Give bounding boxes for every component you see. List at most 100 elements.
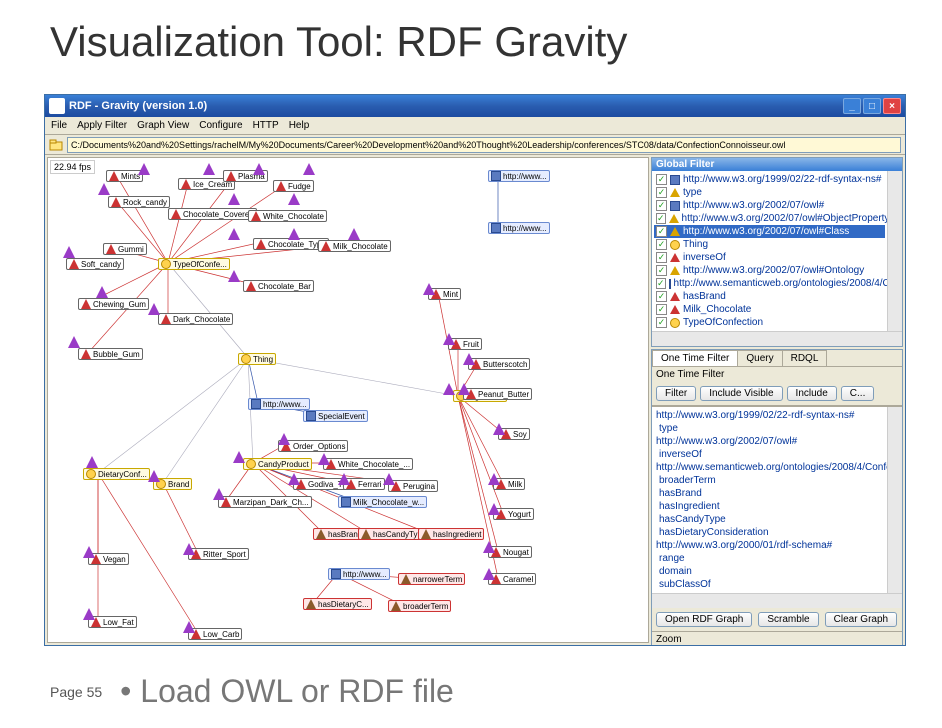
checkbox-icon[interactable]: ✓ bbox=[656, 174, 667, 185]
graph-node[interactable]: White_Chocolate_... bbox=[323, 458, 413, 470]
checkbox-icon[interactable]: ✓ bbox=[656, 317, 667, 328]
graph-triangle-icon[interactable] bbox=[183, 621, 195, 633]
global-filter-item[interactable]: ✓type bbox=[654, 186, 885, 199]
graph-triangle-icon[interactable] bbox=[68, 336, 80, 348]
graph-node[interactable]: Chocolate_Bar bbox=[243, 280, 314, 292]
graph-node[interactable]: Gummi bbox=[103, 243, 147, 255]
one-time-filter-item[interactable]: hasDietaryConsideration bbox=[654, 526, 885, 539]
menu-help[interactable]: Help bbox=[289, 120, 310, 131]
graph-triangle-icon[interactable] bbox=[148, 470, 160, 482]
c-button[interactable]: C... bbox=[841, 386, 875, 401]
menu-configure[interactable]: Configure bbox=[199, 120, 242, 131]
graph-node[interactable]: Thing bbox=[238, 353, 276, 365]
graph-node[interactable]: Soft_candy bbox=[66, 258, 124, 270]
graph-triangle-icon[interactable] bbox=[253, 163, 265, 175]
graph-triangle-icon[interactable] bbox=[488, 473, 500, 485]
graph-node[interactable]: http://www... bbox=[328, 568, 390, 580]
graph-triangle-icon[interactable] bbox=[443, 333, 455, 345]
checkbox-icon[interactable]: ✓ bbox=[656, 239, 667, 250]
tab-one-time-filter[interactable]: One Time Filter bbox=[652, 350, 738, 366]
one-time-filter-item[interactable]: hasCandyType bbox=[654, 513, 885, 526]
graph-node[interactable]: Marzipan_Dark_Ch... bbox=[218, 496, 312, 508]
graph-node[interactable]: Low_Fat bbox=[88, 616, 137, 628]
graph-triangle-icon[interactable] bbox=[183, 543, 195, 555]
menu-apply-filter[interactable]: Apply Filter bbox=[77, 120, 127, 131]
graph-triangle-icon[interactable] bbox=[203, 163, 215, 175]
one-time-filter-item[interactable]: hasIngredient bbox=[654, 500, 885, 513]
graph-triangle-icon[interactable] bbox=[383, 473, 395, 485]
path-input[interactable] bbox=[67, 137, 901, 153]
one-time-filter-item[interactable]: http://www.w3.org/2000/01/rdf-schema# bbox=[654, 539, 885, 552]
graph-triangle-icon[interactable] bbox=[493, 423, 505, 435]
graph-triangle-icon[interactable] bbox=[443, 383, 455, 395]
checkbox-icon[interactable]: ✓ bbox=[656, 304, 667, 315]
graph-triangle-icon[interactable] bbox=[288, 228, 300, 240]
scrollbar[interactable] bbox=[652, 593, 902, 608]
graph-triangle-icon[interactable] bbox=[228, 193, 240, 205]
graph-node[interactable]: hasDietaryC... bbox=[303, 598, 372, 610]
graph-node[interactable]: Peanut_Butter bbox=[463, 388, 532, 400]
scrollbar[interactable] bbox=[887, 171, 902, 331]
titlebar[interactable]: RDF - Gravity (version 1.0) _ □ × bbox=[45, 95, 905, 117]
global-filter-item[interactable]: ✓http://www.w3.org/2002/07/owl# bbox=[654, 199, 885, 212]
one-time-filter-list[interactable]: http://www.w3.org/1999/02/22-rdf-syntax-… bbox=[652, 407, 887, 593]
global-filter-item[interactable]: ✓http://www.w3.org/1999/02/22-rdf-syntax… bbox=[654, 173, 885, 186]
one-time-filter-item[interactable]: hasBrand bbox=[654, 487, 885, 500]
graph-node[interactable]: Milk_Chocolate bbox=[318, 240, 391, 252]
graph-triangle-icon[interactable] bbox=[463, 353, 475, 365]
clear-graph-button[interactable]: Clear Graph bbox=[825, 612, 897, 627]
one-time-filter-item[interactable]: broaderTerm bbox=[654, 474, 885, 487]
graph-triangle-icon[interactable] bbox=[458, 383, 470, 395]
global-filter-item[interactable]: ✓http://www.w3.org/2002/07/owl#Ontology bbox=[654, 264, 885, 277]
graph-triangle-icon[interactable] bbox=[83, 546, 95, 558]
global-filter-item[interactable]: ✓inverseOf bbox=[654, 251, 885, 264]
graph-triangle-icon[interactable] bbox=[278, 433, 290, 445]
graph-node[interactable]: hasIngredient bbox=[418, 528, 484, 540]
graph-node[interactable]: CandyProduct bbox=[243, 458, 312, 470]
global-filter-item[interactable]: ✓http://www.semanticweb.org/ontologies/2… bbox=[654, 277, 885, 290]
menu-file[interactable]: File bbox=[51, 120, 67, 131]
graph-node[interactable]: White_Chocolate bbox=[248, 210, 327, 222]
graph-node[interactable]: Chewing_Gum bbox=[78, 298, 149, 310]
checkbox-icon[interactable]: ✓ bbox=[656, 291, 667, 302]
menu-graph-view[interactable]: Graph View bbox=[137, 120, 189, 131]
graph-triangle-icon[interactable] bbox=[288, 473, 300, 485]
graph-node[interactable]: TypeOfConfe... bbox=[158, 258, 230, 270]
graph-node[interactable]: Fudge bbox=[273, 180, 314, 192]
checkbox-icon[interactable]: ✓ bbox=[656, 200, 667, 211]
graph-triangle-icon[interactable] bbox=[288, 193, 300, 205]
include-button[interactable]: Include bbox=[787, 386, 837, 401]
minimize-button[interactable]: _ bbox=[843, 98, 861, 114]
scrollbar[interactable] bbox=[887, 407, 902, 593]
graph-triangle-icon[interactable] bbox=[483, 541, 495, 553]
filter-button[interactable]: Filter bbox=[656, 386, 696, 401]
graph-triangle-icon[interactable] bbox=[303, 163, 315, 175]
graph-node[interactable]: broaderTerm bbox=[388, 600, 451, 612]
include-visible-button[interactable]: Include Visible bbox=[700, 386, 782, 401]
checkbox-icon[interactable]: ✓ bbox=[656, 187, 667, 198]
graph-triangle-icon[interactable] bbox=[63, 246, 75, 258]
one-time-filter-item[interactable]: inverseOf bbox=[654, 448, 885, 461]
checkbox-icon[interactable]: ✓ bbox=[656, 252, 667, 263]
graph-canvas[interactable]: 22.94 fps bbox=[47, 157, 649, 643]
graph-resource-node[interactable]: http://www... bbox=[488, 170, 550, 182]
menu-http[interactable]: HTTP bbox=[253, 120, 279, 131]
global-filter-item[interactable]: ✓http://www.w3.org/2002/07/owl#ObjectPro… bbox=[654, 212, 885, 225]
graph-triangle-icon[interactable] bbox=[138, 163, 150, 175]
graph-node[interactable]: Bubble_Gum bbox=[78, 348, 143, 360]
global-filter-item[interactable]: ✓TypeOfConfection bbox=[654, 316, 885, 329]
graph-triangle-icon[interactable] bbox=[228, 270, 240, 282]
one-time-filter-item[interactable]: http://www.semanticweb.org/ontologies/20… bbox=[654, 461, 885, 474]
graph-node[interactable]: Ritter_Sport bbox=[188, 548, 249, 560]
one-time-filter-item[interactable]: subClassOf bbox=[654, 578, 885, 591]
graph-node[interactable]: Rock_candy bbox=[108, 196, 170, 208]
graph-triangle-icon[interactable] bbox=[348, 228, 360, 240]
checkbox-icon[interactable]: ✓ bbox=[656, 278, 666, 289]
graph-node[interactable]: Perugina bbox=[388, 480, 438, 492]
graph-triangle-icon[interactable] bbox=[318, 453, 330, 465]
graph-node[interactable]: Milk_Chocolate_w... bbox=[338, 496, 427, 508]
global-filter-list[interactable]: ✓http://www.w3.org/1999/02/22-rdf-syntax… bbox=[652, 171, 887, 331]
maximize-button[interactable]: □ bbox=[863, 98, 881, 114]
graph-resource-node[interactable]: http://www... bbox=[488, 222, 550, 234]
scramble-button[interactable]: Scramble bbox=[758, 612, 818, 627]
